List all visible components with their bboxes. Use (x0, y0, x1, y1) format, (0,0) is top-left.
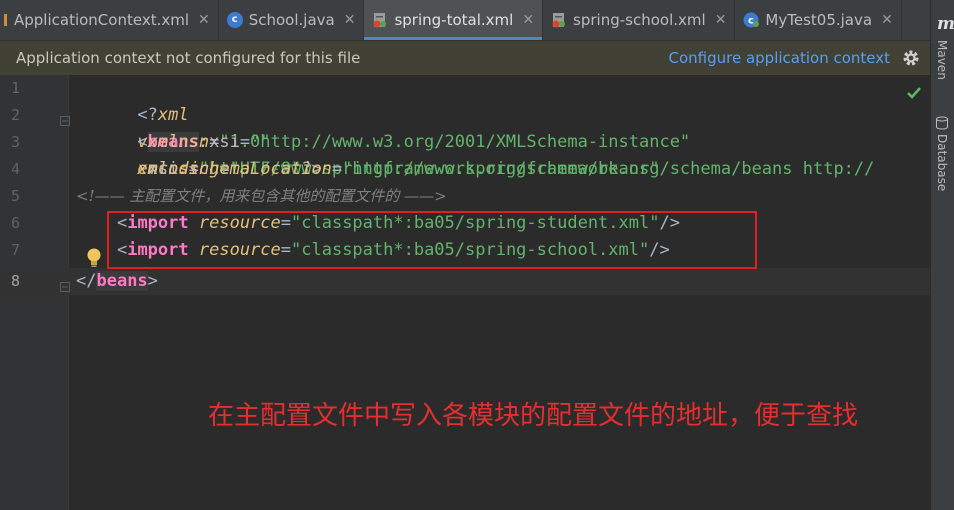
editor-tab-bar: ApplicationContext.xml ✕ c School.java ✕… (0, 0, 930, 41)
maven-tool-button[interactable]: Maven (935, 40, 949, 80)
token: schemaLocation (188, 159, 332, 179)
tab-spring-school-xml[interactable]: spring-school.xml ✕ (543, 0, 736, 40)
annotation-text: 在主配置文件中写入各模块的配置文件的地址，便于查找 (208, 401, 859, 431)
code-line-5[interactable]: 5 <!—— 主配置文件，用来包含其他的配置文件的 ——> (0, 183, 930, 210)
spring-xml-icon (372, 12, 388, 28)
tab-label: MyTest05.java (765, 11, 873, 29)
code-line-2[interactable]: 2 <beans xmlns="http://www.springframewo… (0, 102, 930, 179)
code-line-4[interactable]: 4 xsi:schemaLocation="http://www.springf… (0, 156, 930, 183)
tab-applicationcontext-xml[interactable]: ApplicationContext.xml ✕ (0, 0, 219, 40)
code-editor[interactable]: 1 <?xml version="1.0" encoding="UTF-8"?>… (0, 75, 930, 510)
line-number: 4 (10, 160, 20, 178)
tab-label: spring-school.xml (573, 11, 706, 29)
spring-xml-icon (551, 12, 567, 28)
tab-label: School.java (248, 11, 335, 29)
database-icon[interactable] (935, 116, 949, 130)
token: xsi (147, 159, 179, 179)
tab-mytest05-java[interactable]: c MyTest05.java ✕ (735, 0, 902, 40)
xml-comment: <!—— 主配置文件，用来包含其他的配置文件的 ——> (76, 187, 447, 205)
tab-school-java[interactable]: c School.java ✕ (219, 0, 365, 40)
token: "http://www.w3.org/2001/XMLSchema-instan… (250, 132, 691, 152)
gear-icon[interactable] (902, 49, 920, 67)
configure-context-link[interactable]: Configure application context (668, 49, 890, 67)
close-tab-icon[interactable]: ✕ (881, 12, 893, 28)
database-tool-button[interactable]: Database (935, 134, 949, 191)
token: : (178, 159, 189, 179)
code-line-3[interactable]: 3 xmlns:xsi="http://www.w3.org/2001/XMLS… (0, 129, 930, 156)
fold-marker-icon[interactable] (60, 277, 70, 292)
line-number: 3 (10, 133, 20, 151)
java-class-icon: c (226, 12, 243, 28)
code-line-8[interactable]: 8 </beans> (0, 268, 930, 295)
token: = (331, 159, 343, 179)
tab-label: spring-total.xml (394, 11, 514, 29)
line-number: 7 (10, 241, 20, 259)
token: xsi (209, 132, 240, 152)
token: beans (96, 271, 148, 291)
close-tab-icon[interactable]: ✕ (522, 12, 534, 28)
xml-file-icon (4, 12, 10, 28)
token: = (239, 132, 251, 152)
token: </ (76, 271, 97, 291)
token: xmlns (147, 132, 199, 152)
close-tab-icon[interactable]: ✕ (344, 12, 356, 28)
fold-marker-icon[interactable] (60, 111, 70, 126)
tab-spring-total-xml[interactable]: spring-total.xml ✕ (364, 0, 544, 40)
tab-label: ApplicationContext.xml (14, 11, 189, 29)
line-number: 6 (10, 214, 20, 232)
close-tab-icon[interactable]: ✕ (715, 12, 727, 28)
close-tab-icon[interactable]: ✕ (198, 12, 210, 28)
code-line-1[interactable]: 1 <?xml version="1.0" encoding="UTF-8"?> (0, 75, 930, 179)
banner-message: Application context not configured for t… (16, 49, 361, 67)
context-warning-banner: Application context not configured for t… (0, 41, 930, 76)
lightbulb-icon[interactable] (86, 248, 102, 268)
line-number: 1 (10, 79, 20, 97)
java-class-icon: c (743, 12, 760, 28)
token: "http://www.springframework.org/schema/b… (342, 159, 875, 179)
tool-window-sidebar: m Maven Database (930, 0, 954, 510)
line-number: 8 (10, 272, 20, 290)
line-number: 2 (10, 106, 20, 124)
token: : (198, 132, 210, 152)
line-number: 5 (10, 187, 20, 205)
token: > (147, 271, 158, 291)
highlight-box (107, 211, 757, 269)
maven-icon[interactable]: m (937, 14, 954, 34)
